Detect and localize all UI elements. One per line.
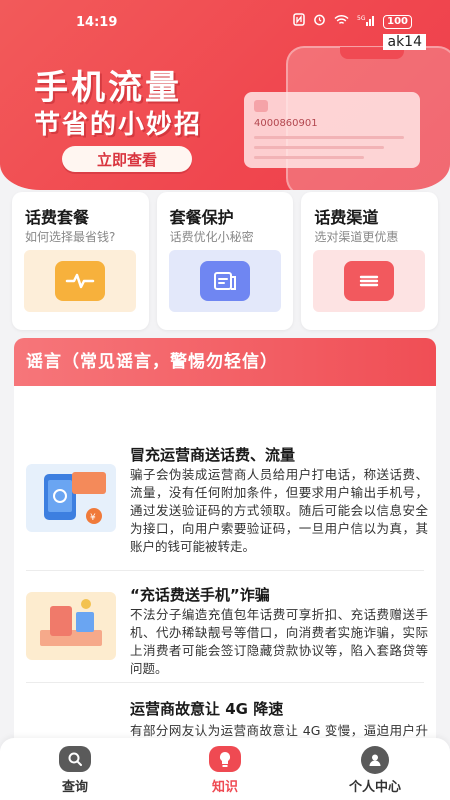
rumor-body: 不法分子编造充值包年话费可享折扣、充话费赠送手机、代办稀缺靓号等借口，向消费者实… [130,607,428,676]
wave-icon [55,261,105,301]
message-icon [254,100,268,112]
rumor-thumbnail [26,592,116,660]
rumor-body: 骗子会伪装成运营商人员给用户打电话，称送话费、流量，没有任何附加条件，但要求用户… [130,467,428,554]
status-time: 14:19 [76,15,118,30]
nav-label: 个人中心 [348,780,401,795]
signal-5g-icon: 5G [357,14,375,30]
card-title: 套餐保护 [169,208,234,227]
nav-query[interactable]: 查询 [0,738,150,800]
nav-label: 知识 [211,780,238,795]
view-now-button[interactable]: 立即查看 [62,146,192,172]
nav-profile[interactable]: 个人中心 [300,738,450,800]
divider [26,570,424,571]
card-title: 话费渠道 [314,208,379,227]
bottom-nav: 查询 知识 个人中心 [0,738,450,800]
card-title: 话费套餐 [25,208,90,227]
list-icon [344,261,395,301]
nav-knowledge[interactable]: 知识 [150,738,300,800]
card-subtitle: 选对渠道更优惠 [314,230,399,244]
sms-text-line [254,156,364,159]
watermark-label: ak14 [383,34,426,50]
rumor-title: 运营商故意让 4G 降速 [130,700,284,718]
card-subtitle: 如何选择最省钱? [25,230,116,244]
sms-card-illustration: 4000860901 [244,92,420,168]
rumor-thumbnail: ¥ [26,464,116,532]
hero-banner: 4000860901 14:19 5G 100 手机流量 节省的小妙招 立即查看 [0,0,450,190]
hero-title: 手机流量 [34,68,182,108]
search-chat-icon [59,746,91,772]
nfc-icon [293,13,305,30]
sms-number: 4000860901 [254,118,318,129]
sms-text-line [254,146,384,149]
divider [26,682,424,683]
battery-icon: 100 [383,14,412,29]
svg-text:5G: 5G [357,15,366,22]
status-icons: 5G 100 [293,13,412,30]
card-plan[interactable]: 话费套餐 如何选择最省钱? [12,192,149,330]
wifi-icon [334,14,349,30]
rumor-title: 冒充运营商送话费、流量 [130,446,296,464]
document-icon [199,261,250,301]
quick-cards: 话费套餐 如何选择最省钱? 套餐保护 话费优化小秘密 话费渠道 选对渠道更优惠 [12,192,439,330]
rumor-header: 谣言（常见谣言，警惕勿轻信） [14,338,436,386]
nav-label: 查询 [61,780,88,795]
card-illustration [168,250,281,312]
rumor-title: “充话费送手机”诈骗 [130,586,270,604]
bulb-icon [209,746,241,772]
user-icon [361,746,389,774]
sms-text-line [254,136,404,139]
card-protection[interactable]: 套餐保护 话费优化小秘密 [156,192,294,330]
card-illustration [313,250,426,312]
card-channel[interactable]: 话费渠道 选对渠道更优惠 [301,192,439,330]
card-illustration [24,250,136,312]
svg-text:¥: ¥ [90,513,96,523]
card-subtitle: 话费优化小秘密 [169,230,254,244]
alarm-icon [313,13,326,30]
rumor-section: 谣言（常见谣言，警惕勿轻信） ¥ 冒充运营商送话费、流量 骗子会伪装成运营商人员… [14,338,436,748]
hero-subtitle: 节省的小妙招 [34,110,203,140]
